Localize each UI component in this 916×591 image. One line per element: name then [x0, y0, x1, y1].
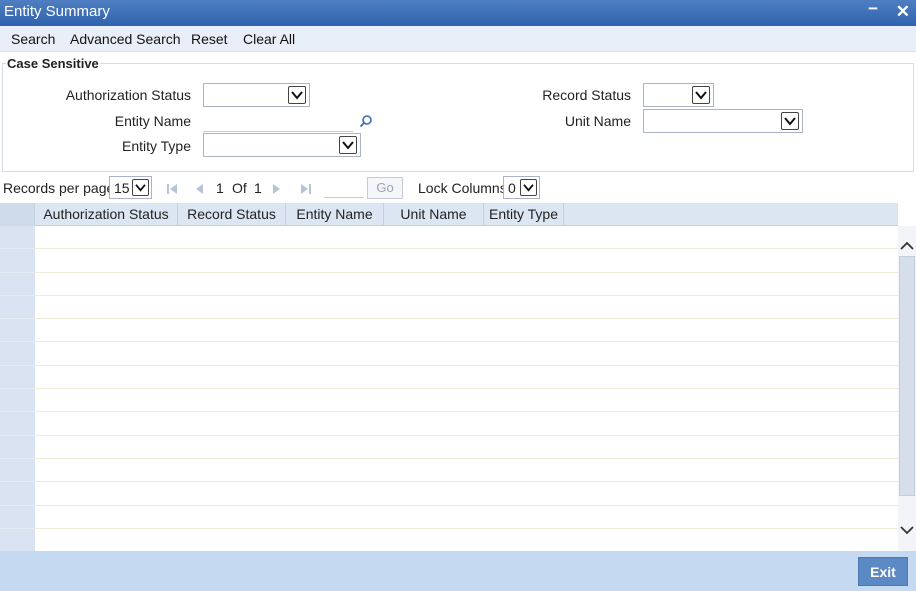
- goto-page-input[interactable]: [324, 178, 364, 198]
- column-header-authorization-status[interactable]: Authorization Status: [35, 203, 178, 226]
- minimize-icon[interactable]: −: [868, 0, 878, 19]
- row-header-column: [0, 226, 35, 553]
- row-selector[interactable]: [0, 249, 35, 273]
- window-title: Entity Summary: [4, 3, 110, 20]
- row-selector[interactable]: [0, 482, 35, 506]
- close-icon[interactable]: ✕: [896, 2, 910, 22]
- table-row[interactable]: [35, 482, 898, 506]
- table-row[interactable]: [35, 529, 898, 553]
- table-row[interactable]: [35, 226, 898, 250]
- row-selector[interactable]: [0, 412, 35, 436]
- menu-reset[interactable]: Reset: [191, 31, 228, 47]
- unit-name-label: Unit Name: [564, 113, 631, 129]
- table-row[interactable]: [35, 389, 898, 413]
- row-selector[interactable]: [0, 529, 35, 553]
- record-status-label: Record Status: [542, 87, 631, 103]
- next-page-icon[interactable]: [272, 182, 282, 198]
- scrollbar-thumb[interactable]: [899, 256, 915, 496]
- chevron-down-icon: [781, 112, 799, 130]
- search-icon[interactable]: [359, 114, 373, 131]
- column-header-entity-name[interactable]: Entity Name: [286, 203, 384, 226]
- chevron-down-icon: [520, 179, 537, 196]
- table-row[interactable]: [35, 412, 898, 436]
- table-row[interactable]: [35, 436, 898, 459]
- grid-body: [35, 226, 898, 553]
- chevron-down-icon: [132, 179, 149, 196]
- row-selector[interactable]: [0, 273, 35, 296]
- records-per-page-value: 15: [114, 180, 130, 196]
- footer-bar: [0, 551, 916, 591]
- last-page-icon[interactable]: [300, 182, 312, 198]
- authorization-status-select[interactable]: [203, 83, 310, 107]
- entity-name-label: Entity Name: [114, 113, 191, 129]
- title-bar: Entity Summary − ✕: [0, 0, 916, 26]
- scroll-up-icon[interactable]: [900, 238, 914, 254]
- records-per-page-label: Records per page: [3, 180, 115, 196]
- row-selector[interactable]: [0, 389, 35, 413]
- menu-search[interactable]: Search: [11, 31, 55, 47]
- of-label: Of: [232, 180, 247, 196]
- authorization-status-label: Authorization Status: [65, 87, 191, 103]
- table-row[interactable]: [35, 342, 898, 366]
- results-grid: Authorization Status Record Status Entit…: [0, 203, 898, 553]
- record-status-select[interactable]: [643, 83, 714, 107]
- table-row[interactable]: [35, 319, 898, 343]
- menu-advanced-search[interactable]: Advanced Search: [70, 31, 181, 47]
- row-selector[interactable]: [0, 436, 35, 459]
- column-header-record-status[interactable]: Record Status: [178, 203, 286, 226]
- table-row[interactable]: [35, 249, 898, 273]
- scroll-down-icon[interactable]: [900, 522, 914, 538]
- row-selector[interactable]: [0, 366, 35, 390]
- entity-type-select[interactable]: [203, 133, 361, 157]
- records-per-page-select[interactable]: 15: [109, 176, 152, 199]
- vertical-scrollbar[interactable]: [898, 226, 916, 551]
- row-selector[interactable]: [0, 296, 35, 320]
- row-selector[interactable]: [0, 459, 35, 483]
- pagination-bar: Records per page 15 1 Of 1 Lock Columns …: [0, 174, 916, 202]
- row-selector[interactable]: [0, 342, 35, 366]
- column-header-entity-type[interactable]: Entity Type: [484, 203, 564, 226]
- go-button[interactable]: Go: [367, 177, 403, 199]
- table-row[interactable]: [35, 506, 898, 529]
- chevron-down-icon: [288, 86, 306, 104]
- entity-name-input[interactable]: [203, 108, 353, 132]
- table-row[interactable]: [35, 459, 898, 483]
- menu-clear-all[interactable]: Clear All: [243, 31, 295, 47]
- lock-columns-value: 0: [508, 180, 516, 196]
- unit-name-select[interactable]: [643, 109, 803, 133]
- row-selector[interactable]: [0, 226, 35, 250]
- current-page: 1: [216, 180, 224, 196]
- chevron-down-icon: [339, 136, 357, 154]
- menu-bar: Search Advanced Search Reset Clear All: [0, 26, 916, 52]
- table-row[interactable]: [35, 296, 898, 320]
- table-row[interactable]: [35, 366, 898, 390]
- case-sensitive-legend: Case Sensitive: [6, 56, 100, 71]
- entity-type-label: Entity Type: [121, 138, 191, 154]
- column-header-unit-name[interactable]: Unit Name: [384, 203, 484, 226]
- row-selector[interactable]: [0, 506, 35, 529]
- table-row[interactable]: [35, 273, 898, 296]
- lock-columns-label: Lock Columns: [418, 180, 507, 196]
- lock-columns-select[interactable]: 0: [503, 176, 540, 199]
- chevron-down-icon: [692, 86, 710, 104]
- select-all-cell[interactable]: [0, 203, 35, 226]
- exit-button[interactable]: Exit: [858, 557, 908, 586]
- grid-header: Authorization Status Record Status Entit…: [0, 203, 898, 226]
- total-pages: 1: [254, 180, 262, 196]
- row-selector[interactable]: [0, 319, 35, 343]
- first-page-icon[interactable]: [166, 182, 178, 198]
- prev-page-icon[interactable]: [194, 182, 204, 198]
